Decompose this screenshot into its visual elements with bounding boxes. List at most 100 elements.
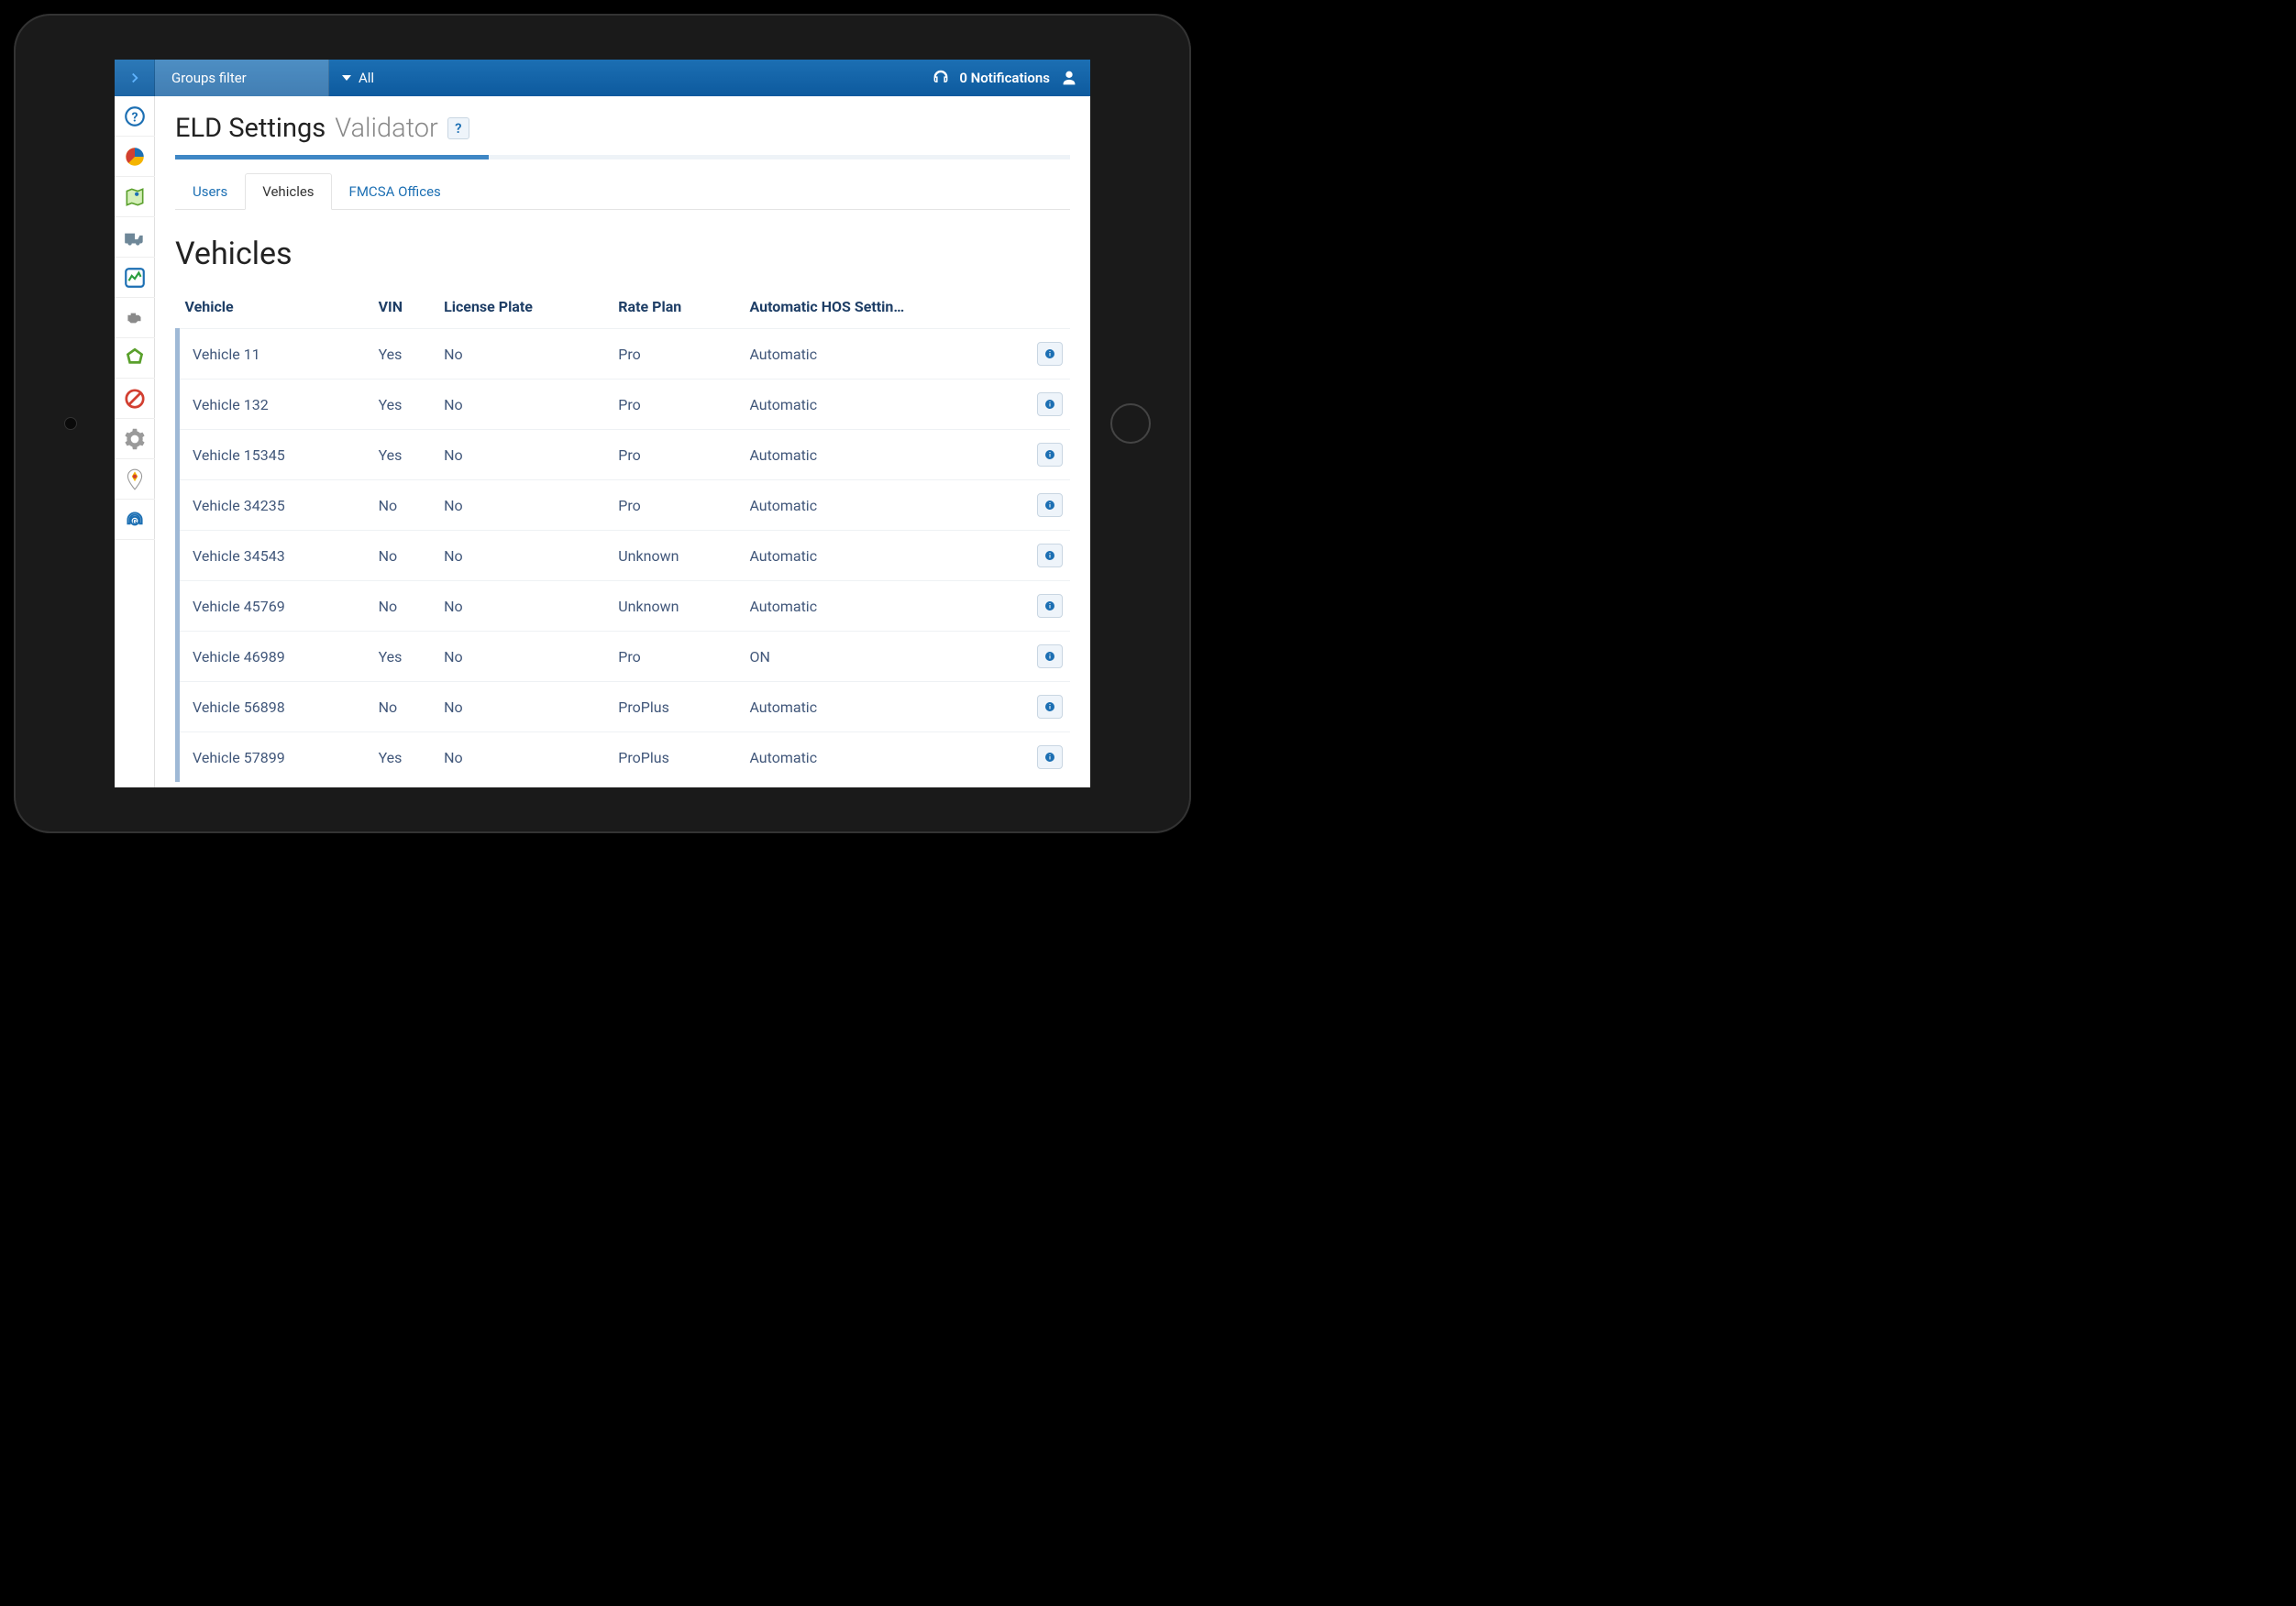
- svg-text:G: G: [132, 517, 137, 525]
- tab-vehicles[interactable]: Vehicles: [245, 173, 331, 210]
- row-info-button[interactable]: [1037, 644, 1063, 668]
- table-row[interactable]: Vehicle 11YesNoProAutomatic: [178, 329, 1071, 380]
- sidebar-item-vehicles[interactable]: [115, 217, 155, 258]
- page-header: ELD Settings Validator ? Users Vehicles …: [155, 96, 1090, 210]
- row-info-button[interactable]: [1037, 342, 1063, 366]
- cell-info: [1028, 480, 1070, 531]
- cell-license: No: [436, 480, 611, 531]
- svg-text:?: ?: [131, 110, 138, 125]
- screen: Groups filter All 0 Notifications: [115, 60, 1090, 787]
- table-row[interactable]: Vehicle 57899YesNoProPlusAutomatic: [178, 732, 1071, 783]
- cell-vehicle: Vehicle 45769: [178, 581, 371, 632]
- row-info-button[interactable]: [1037, 695, 1063, 719]
- section: Vehicles Vehicle VIN License Plate Rate …: [155, 210, 1090, 787]
- pie-chart-icon: [123, 145, 147, 169]
- info-icon: [1044, 701, 1055, 712]
- cell-info: [1028, 380, 1070, 430]
- cell-vehicle: Vehicle 132: [178, 380, 371, 430]
- home-button[interactable]: [1110, 403, 1151, 444]
- expand-sidebar-button[interactable]: [115, 60, 155, 96]
- col-rate-plan[interactable]: Rate Plan: [611, 289, 742, 329]
- row-info-button[interactable]: [1037, 544, 1063, 567]
- sidebar-item-zones[interactable]: [115, 338, 155, 379]
- cell-rate: Unknown: [611, 581, 742, 632]
- camera-icon: [64, 417, 77, 430]
- table-row[interactable]: Vehicle 46989YesNoProON: [178, 632, 1071, 682]
- page-title: ELD Settings Validator ?: [175, 113, 469, 144]
- group-dropdown-button[interactable]: All: [329, 60, 387, 96]
- cell-rate: ProPlus: [611, 732, 742, 783]
- sidebar-item-dashboard[interactable]: [115, 137, 155, 177]
- cell-hos: Automatic: [742, 430, 1028, 480]
- tab-users[interactable]: Users: [175, 173, 245, 210]
- groups-filter-label: Groups filter: [171, 70, 247, 86]
- info-icon: [1044, 651, 1055, 662]
- cell-hos: Automatic: [742, 480, 1028, 531]
- row-info-button[interactable]: [1037, 493, 1063, 517]
- row-info-button[interactable]: [1037, 443, 1063, 467]
- cell-rate: Pro: [611, 480, 742, 531]
- info-icon: [1044, 600, 1055, 611]
- sidebar-item-support[interactable]: G: [115, 500, 155, 540]
- cell-hos: Automatic: [742, 682, 1028, 732]
- cell-vin: Yes: [371, 632, 437, 682]
- table-row[interactable]: Vehicle 15345YesNoProAutomatic: [178, 430, 1071, 480]
- triangle-down-icon: [342, 75, 351, 81]
- col-vehicle[interactable]: Vehicle: [178, 289, 371, 329]
- cell-vehicle: Vehicle 56898: [178, 682, 371, 732]
- groups-filter-button[interactable]: Groups filter: [155, 60, 329, 96]
- cell-hos: Automatic: [742, 581, 1028, 632]
- cell-vin: Yes: [371, 430, 437, 480]
- col-automatic-hos[interactable]: Automatic HOS Settin…: [742, 289, 1028, 329]
- table-row[interactable]: Vehicle 132YesNoProAutomatic: [178, 380, 1071, 430]
- col-license-plate[interactable]: License Plate: [436, 289, 611, 329]
- cell-license: No: [436, 581, 611, 632]
- progress-fill: [175, 155, 489, 160]
- cell-hos: Automatic: [742, 732, 1028, 783]
- sidebar-item-rules[interactable]: [115, 379, 155, 419]
- table-row[interactable]: Vehicle 56898NoNoProPlusAutomatic: [178, 682, 1071, 732]
- support-headset-icon: G: [123, 508, 147, 532]
- page-title-sub: Validator: [335, 113, 438, 144]
- polygon-icon: [123, 346, 147, 370]
- topbar: Groups filter All 0 Notifications: [115, 60, 1090, 96]
- sidebar-item-map[interactable]: [115, 177, 155, 217]
- topbar-right: 0 Notifications: [932, 60, 1090, 96]
- table-row[interactable]: Vehicle 34543NoNoUnknownAutomatic: [178, 531, 1071, 581]
- col-vin[interactable]: VIN: [371, 289, 437, 329]
- user-icon[interactable]: [1059, 68, 1079, 88]
- cell-vin: No: [371, 480, 437, 531]
- tab-fmcsa-offices[interactable]: FMCSA Offices: [332, 173, 458, 210]
- cell-info: [1028, 531, 1070, 581]
- sidebar-item-help[interactable]: ?: [115, 96, 155, 137]
- row-info-button[interactable]: [1037, 594, 1063, 618]
- table-row[interactable]: Vehicle 45769NoNoUnknownAutomatic: [178, 581, 1071, 632]
- info-icon: [1044, 399, 1055, 410]
- cell-vin: Yes: [371, 380, 437, 430]
- cell-rate: Pro: [611, 380, 742, 430]
- sidebar-item-marketplace[interactable]: [115, 459, 155, 500]
- cell-info: [1028, 329, 1070, 380]
- notifications-label[interactable]: 0 Notifications: [959, 70, 1050, 86]
- cell-info: [1028, 682, 1070, 732]
- cell-license: No: [436, 380, 611, 430]
- sidebar-item-engine[interactable]: [115, 298, 155, 338]
- row-info-button[interactable]: [1037, 745, 1063, 769]
- truck-icon: [123, 226, 147, 249]
- cell-rate: Unknown: [611, 531, 742, 581]
- sidebar-item-settings[interactable]: [115, 419, 155, 459]
- activity-icon: [123, 266, 147, 290]
- progress-bar: [175, 155, 1070, 160]
- cell-license: No: [436, 430, 611, 480]
- sidebar-item-activity[interactable]: [115, 258, 155, 298]
- vehicles-table: Vehicle VIN License Plate Rate Plan Auto…: [175, 289, 1070, 782]
- cell-vin: Yes: [371, 329, 437, 380]
- table-row[interactable]: Vehicle 34235NoNoProAutomatic: [178, 480, 1071, 531]
- tablet-frame: Groups filter All 0 Notifications: [14, 14, 1191, 833]
- headset-icon[interactable]: [932, 69, 950, 87]
- page-help-button[interactable]: ?: [447, 117, 469, 139]
- help-circle-icon: ?: [123, 104, 147, 128]
- cell-hos: Automatic: [742, 531, 1028, 581]
- cell-vehicle: Vehicle 11: [178, 329, 371, 380]
- row-info-button[interactable]: [1037, 392, 1063, 416]
